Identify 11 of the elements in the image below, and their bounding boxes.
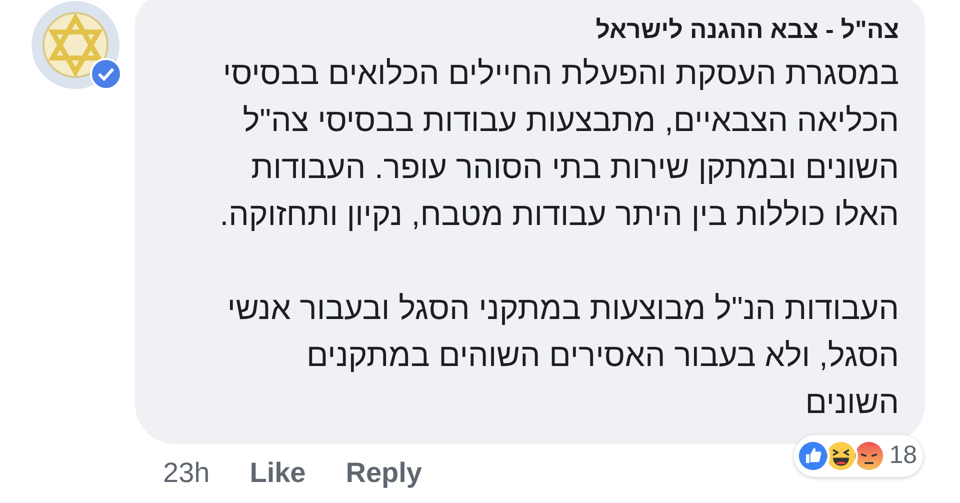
comment-text: העבודות הנ"ל מבוצעות במתקני הסגל ובעבור אנשי הסגל, ולא בעבור האסירים השוהים במתקנים השונים [226, 289, 899, 422]
reactions-pill[interactable]: 18 [794, 435, 923, 477]
angry-face-icon [852, 439, 886, 473]
like-link[interactable]: Like [250, 452, 306, 494]
author-name[interactable]: צה"ל - צבא ההגנה לישראל [161, 12, 899, 48]
reaction-count: 18 [889, 440, 917, 472]
laughing-face-icon [824, 439, 858, 473]
thumbs-up-icon [796, 439, 830, 473]
comment-text: במסגרת העסקת והפעלת החיילים הכלואים בבסיסי הכליאה הצבאיים, מתבצעות עבודות בבסיסי צה"ל השונים ובמתקן שירות בתי הסוהר עופר. העבודות האלו כוללות בין היתר עבודות מטבח, נקיון ותחזוקה. [218, 54, 899, 234]
comment-time: 23h [163, 456, 210, 490]
reply-link[interactable]: Reply [346, 452, 422, 494]
